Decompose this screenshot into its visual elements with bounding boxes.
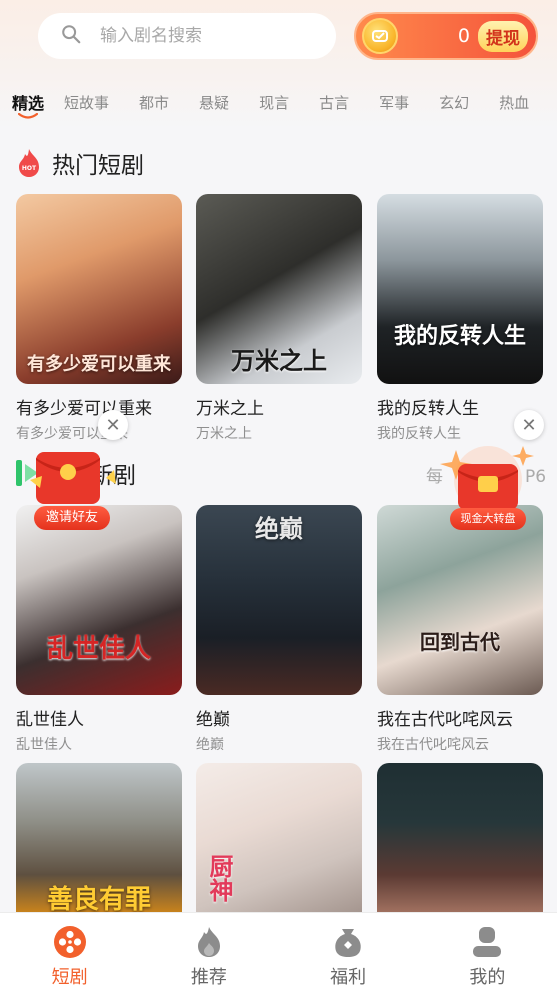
drama-title: 有多少爱可以重来 (16, 399, 152, 419)
close-wheel-float-button[interactable]: ✕ (514, 410, 544, 440)
poster-title: 绝巅 (255, 514, 303, 543)
drama-title: 我在古代叱咤风云 (377, 710, 513, 730)
tab-fantasy[interactable]: 玄幻 (439, 92, 469, 113)
lucky-wheel-icon (440, 446, 534, 514)
poster-title: 善良有罪 (46, 885, 151, 912)
drama-title: 绝巅 (196, 710, 230, 730)
drama-title: 乱世佳人 (16, 710, 84, 730)
nav-item-short-drama[interactable]: 短剧 (0, 913, 139, 992)
drama-poster[interactable]: 绝巅 (196, 505, 362, 695)
close-invite-float-button[interactable]: ✕ (98, 410, 128, 440)
drama-card[interactable]: 善良有罪 (16, 763, 182, 912)
coin-icon (362, 18, 398, 54)
poster-title: 回到古代 (420, 630, 500, 654)
red-packet-icon (30, 452, 116, 504)
poster-title: 乱世佳人 (46, 634, 151, 664)
bottom-navigation: 短剧 推荐 福利 我的 (0, 912, 557, 992)
wallet-pill[interactable]: 0 提现 (354, 12, 538, 60)
poster-title: 我的反转人生 (393, 323, 526, 349)
drama-subtitle: 万米之上 (196, 426, 252, 442)
cash-wheel-float[interactable]: 现金大转盘 (432, 440, 544, 532)
withdraw-button[interactable]: 提现 (478, 20, 528, 52)
drama-poster[interactable]: 我的反转人生 (377, 194, 543, 384)
drama-poster[interactable]: 有多少爱可以重来 (16, 194, 182, 384)
tab-action[interactable]: 热血 (499, 92, 529, 113)
cash-wheel-label: 现金大转盘 (450, 508, 526, 530)
nav-label: 福利 (330, 967, 367, 988)
tab-military[interactable]: 军事 (379, 92, 409, 113)
user-icon (473, 927, 502, 957)
poster-title: 厨神 (205, 854, 234, 902)
drama-card[interactable]: 有多少爱可以重来 有多少爱可以重来 有多少爱可以重来 (16, 194, 182, 443)
drama-card[interactable]: 乱世佳人 乱世佳人 乱世佳人 (16, 505, 182, 754)
nav-item-recommend[interactable]: 推荐 (139, 913, 278, 992)
flame-icon (197, 927, 220, 957)
hot-section-header: HOT 热门短剧 (16, 146, 144, 180)
film-reel-icon (53, 926, 86, 958)
drama-card[interactable]: 厨神 (196, 763, 362, 912)
tab-featured[interactable]: 精选 (12, 90, 44, 119)
section-title: 热门短剧 (52, 153, 144, 179)
invite-friends-float[interactable]: 邀请好友 (22, 440, 122, 532)
drama-card[interactable]: 绝巅 绝巅 绝巅 (196, 505, 362, 754)
tab-short-story[interactable]: 短故事 (64, 92, 109, 113)
drama-card[interactable]: 我的反转人生 我的反转人生 我的反转人生 (377, 194, 543, 443)
category-tabs: 精选 短故事 都市 悬疑 现言 古言 军事 玄幻 热血 (0, 84, 557, 120)
drama-subtitle: 乱世佳人 (16, 737, 72, 753)
tab-urban[interactable]: 都市 (139, 92, 169, 113)
search-input[interactable] (100, 26, 320, 46)
drama-card[interactable]: 万米之上 万米之上 万米之上 (196, 194, 362, 443)
tab-suspense[interactable]: 悬疑 (199, 92, 229, 113)
wallet-balance: 0 (457, 25, 470, 47)
tab-ancient-romance[interactable]: 古言 (319, 92, 349, 113)
tab-modern-romance[interactable]: 现言 (259, 92, 289, 113)
nav-item-profile[interactable]: 我的 (418, 913, 557, 992)
poster-title: 万米之上 (231, 346, 327, 375)
drama-subtitle: 我在古代叱咤风云 (377, 737, 489, 753)
drama-poster[interactable]: 万米之上 (196, 194, 362, 384)
drama-poster[interactable]: 回到古代 (377, 505, 543, 695)
nav-label: 推荐 (190, 967, 227, 988)
drama-card[interactable] (377, 763, 543, 912)
poster-title: 有多少爱可以重来 (27, 354, 171, 375)
svg-text:HOT: HOT (22, 165, 37, 172)
nav-label: 短剧 (51, 967, 88, 988)
drama-card[interactable]: 回到古代 我在古代叱咤风云 我在古代叱咤风云 (377, 505, 543, 754)
drama-poster[interactable] (377, 763, 543, 912)
drama-poster[interactable]: 乱世佳人 (16, 505, 182, 695)
drama-poster[interactable]: 善良有罪 (16, 763, 182, 912)
drama-poster[interactable]: 厨神 (196, 763, 362, 912)
search-bar[interactable] (38, 13, 336, 59)
gift-bag-icon (335, 929, 361, 957)
invite-friends-label: 邀请好友 (34, 506, 110, 530)
drama-title: 万米之上 (196, 399, 264, 419)
nav-item-benefits[interactable]: 福利 (279, 913, 418, 992)
search-icon (60, 23, 82, 49)
hot-flame-icon: HOT (19, 149, 39, 177)
tab-active-indicator (18, 113, 38, 119)
nav-label: 我的 (469, 967, 506, 988)
drama-subtitle: 绝巅 (196, 737, 224, 753)
